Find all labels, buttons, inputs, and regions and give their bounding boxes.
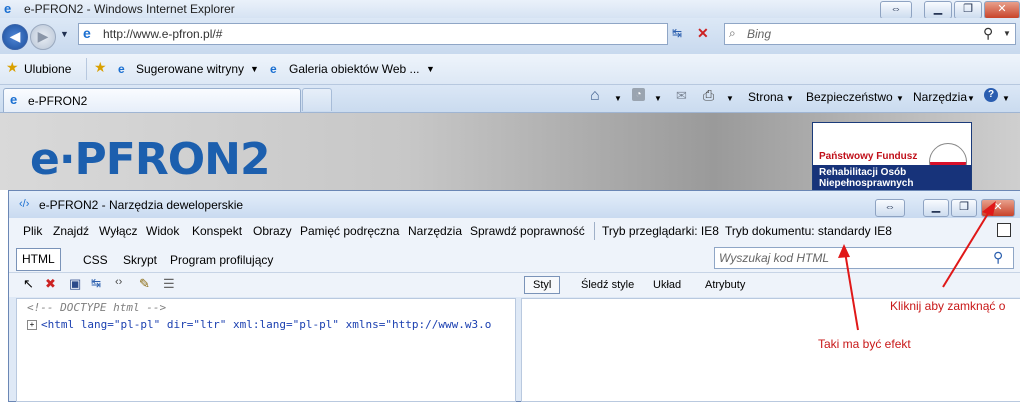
close-hint-annotation: Kliknij aby zamknąć o [890,299,1006,313]
arrowhead-close [982,201,996,216]
arrowhead-doc-mode [838,244,850,258]
arrow-to-doc-mode [844,251,859,331]
arrow-to-close [942,206,993,288]
effect-hint-annotation: Taki ma być efekt [818,337,911,351]
